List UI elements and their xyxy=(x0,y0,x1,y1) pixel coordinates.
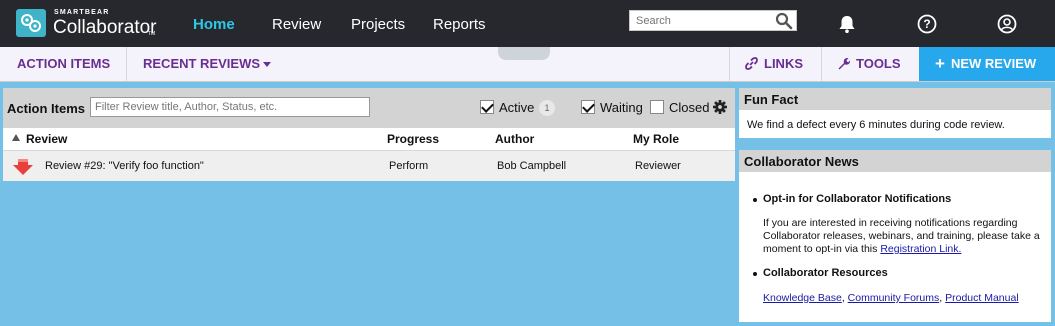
tab-recent-reviews-label: RECENT REVIEWS xyxy=(143,56,261,71)
bullet xyxy=(753,198,757,202)
tab-recent-reviews[interactable]: RECENT REVIEWS xyxy=(143,47,272,81)
plus-icon: + xyxy=(935,54,945,73)
panel-collapse-handle[interactable] xyxy=(498,47,550,60)
tab-divider xyxy=(729,47,730,81)
links-label: LINKS xyxy=(764,56,803,71)
product-manual-link[interactable]: Product Manual xyxy=(945,292,1019,304)
my-role-cell: Reviewer xyxy=(635,160,681,172)
tools-button[interactable]: TOOLS xyxy=(837,47,901,81)
search-icon[interactable] xyxy=(775,12,793,30)
tab-divider xyxy=(126,47,127,81)
brand-trademark: TM xyxy=(148,31,156,37)
action-items-header: Action Items Active 1 Waiting Closed xyxy=(3,88,735,128)
table-row[interactable]: Review #29: "Verify foo function" Perfor… xyxy=(3,150,735,181)
sort-ascending-icon[interactable] xyxy=(12,134,20,141)
column-header-my-role[interactable]: My Role xyxy=(633,132,679,146)
search-input[interactable] xyxy=(630,11,770,31)
collaborator-news-panel: Collaborator News Opt-in for Collaborato… xyxy=(739,150,1051,322)
action-items-filter-input[interactable] xyxy=(90,97,370,117)
secondary-nav-bar: ACTION ITEMS RECENT REVIEWS LINKS TOOLS … xyxy=(0,47,1055,82)
fun-fact-title: Fun Fact xyxy=(739,88,1051,110)
waiting-checkbox[interactable] xyxy=(581,100,595,114)
links-button[interactable]: LINKS xyxy=(745,47,803,81)
news-item-title: Opt-in for Collaborator Notifications xyxy=(763,193,952,205)
column-header-review[interactable]: Review xyxy=(26,132,67,146)
tools-label: TOOLS xyxy=(856,56,901,71)
notifications-bell-icon[interactable] xyxy=(836,13,858,35)
active-count-badge: 1 xyxy=(539,100,555,116)
fun-fact-panel: Fun Fact We find a defect every 6 minute… xyxy=(739,88,1051,138)
column-header-progress[interactable]: Progress xyxy=(387,132,439,146)
closed-label: Closed xyxy=(669,100,710,115)
active-label: Active xyxy=(499,100,535,115)
link-icon xyxy=(745,57,758,70)
registration-link[interactable]: Registration Link. xyxy=(880,243,961,255)
action-items-panel: Action Items Active 1 Waiting Closed Rev… xyxy=(3,88,735,181)
user-account-icon[interactable] xyxy=(996,13,1018,35)
nav-review[interactable]: Review xyxy=(272,16,321,33)
tab-divider xyxy=(821,47,822,81)
collaborator-logo-icon[interactable] xyxy=(16,9,46,37)
bullet xyxy=(753,272,757,276)
nav-home[interactable]: Home xyxy=(193,16,235,33)
new-review-button[interactable]: + NEW REVIEW xyxy=(919,47,1055,81)
wrench-icon xyxy=(838,58,851,70)
help-icon[interactable]: ? xyxy=(916,13,938,35)
resource-links: Knowledge Base, Community Forums, Produc… xyxy=(763,292,1019,304)
column-header-author[interactable]: Author xyxy=(495,132,534,146)
waiting-label: Waiting xyxy=(600,100,643,115)
chevron-down-icon xyxy=(263,62,272,68)
tab-action-items[interactable]: ACTION ITEMS xyxy=(17,47,110,81)
new-review-label: NEW REVIEW xyxy=(950,56,1037,71)
news-item-text: If you are interested in receiving notif… xyxy=(763,217,1048,256)
knowledge-base-link[interactable]: Knowledge Base xyxy=(763,292,842,304)
action-items-title: Action Items xyxy=(7,101,86,116)
search-box xyxy=(629,10,797,31)
brand-product-name[interactable]: Collaborator xyxy=(53,17,157,39)
news-title: Collaborator News xyxy=(739,150,1051,172)
community-forums-link[interactable]: Community Forums xyxy=(848,292,940,304)
svg-text:?: ? xyxy=(923,17,930,31)
priority-down-arrow-icon xyxy=(13,159,33,175)
nav-reports[interactable]: Reports xyxy=(433,16,486,33)
closed-checkbox[interactable] xyxy=(650,100,664,114)
progress-cell: Perform xyxy=(389,160,429,172)
author-cell: Bob Campbell xyxy=(497,160,567,172)
gear-icon[interactable] xyxy=(713,100,727,114)
news-item-title: Collaborator Resources xyxy=(763,267,888,279)
brand-company: SMARTBEAR xyxy=(54,9,110,16)
active-checkbox[interactable] xyxy=(480,100,494,114)
review-title-cell[interactable]: Review #29: "Verify foo function" xyxy=(45,160,204,172)
top-nav-bar: SMARTBEAR Collaborator TM Home Review Pr… xyxy=(0,0,1055,47)
fun-fact-text: We find a defect every 6 minutes during … xyxy=(747,119,1005,131)
nav-projects[interactable]: Projects xyxy=(351,16,405,33)
